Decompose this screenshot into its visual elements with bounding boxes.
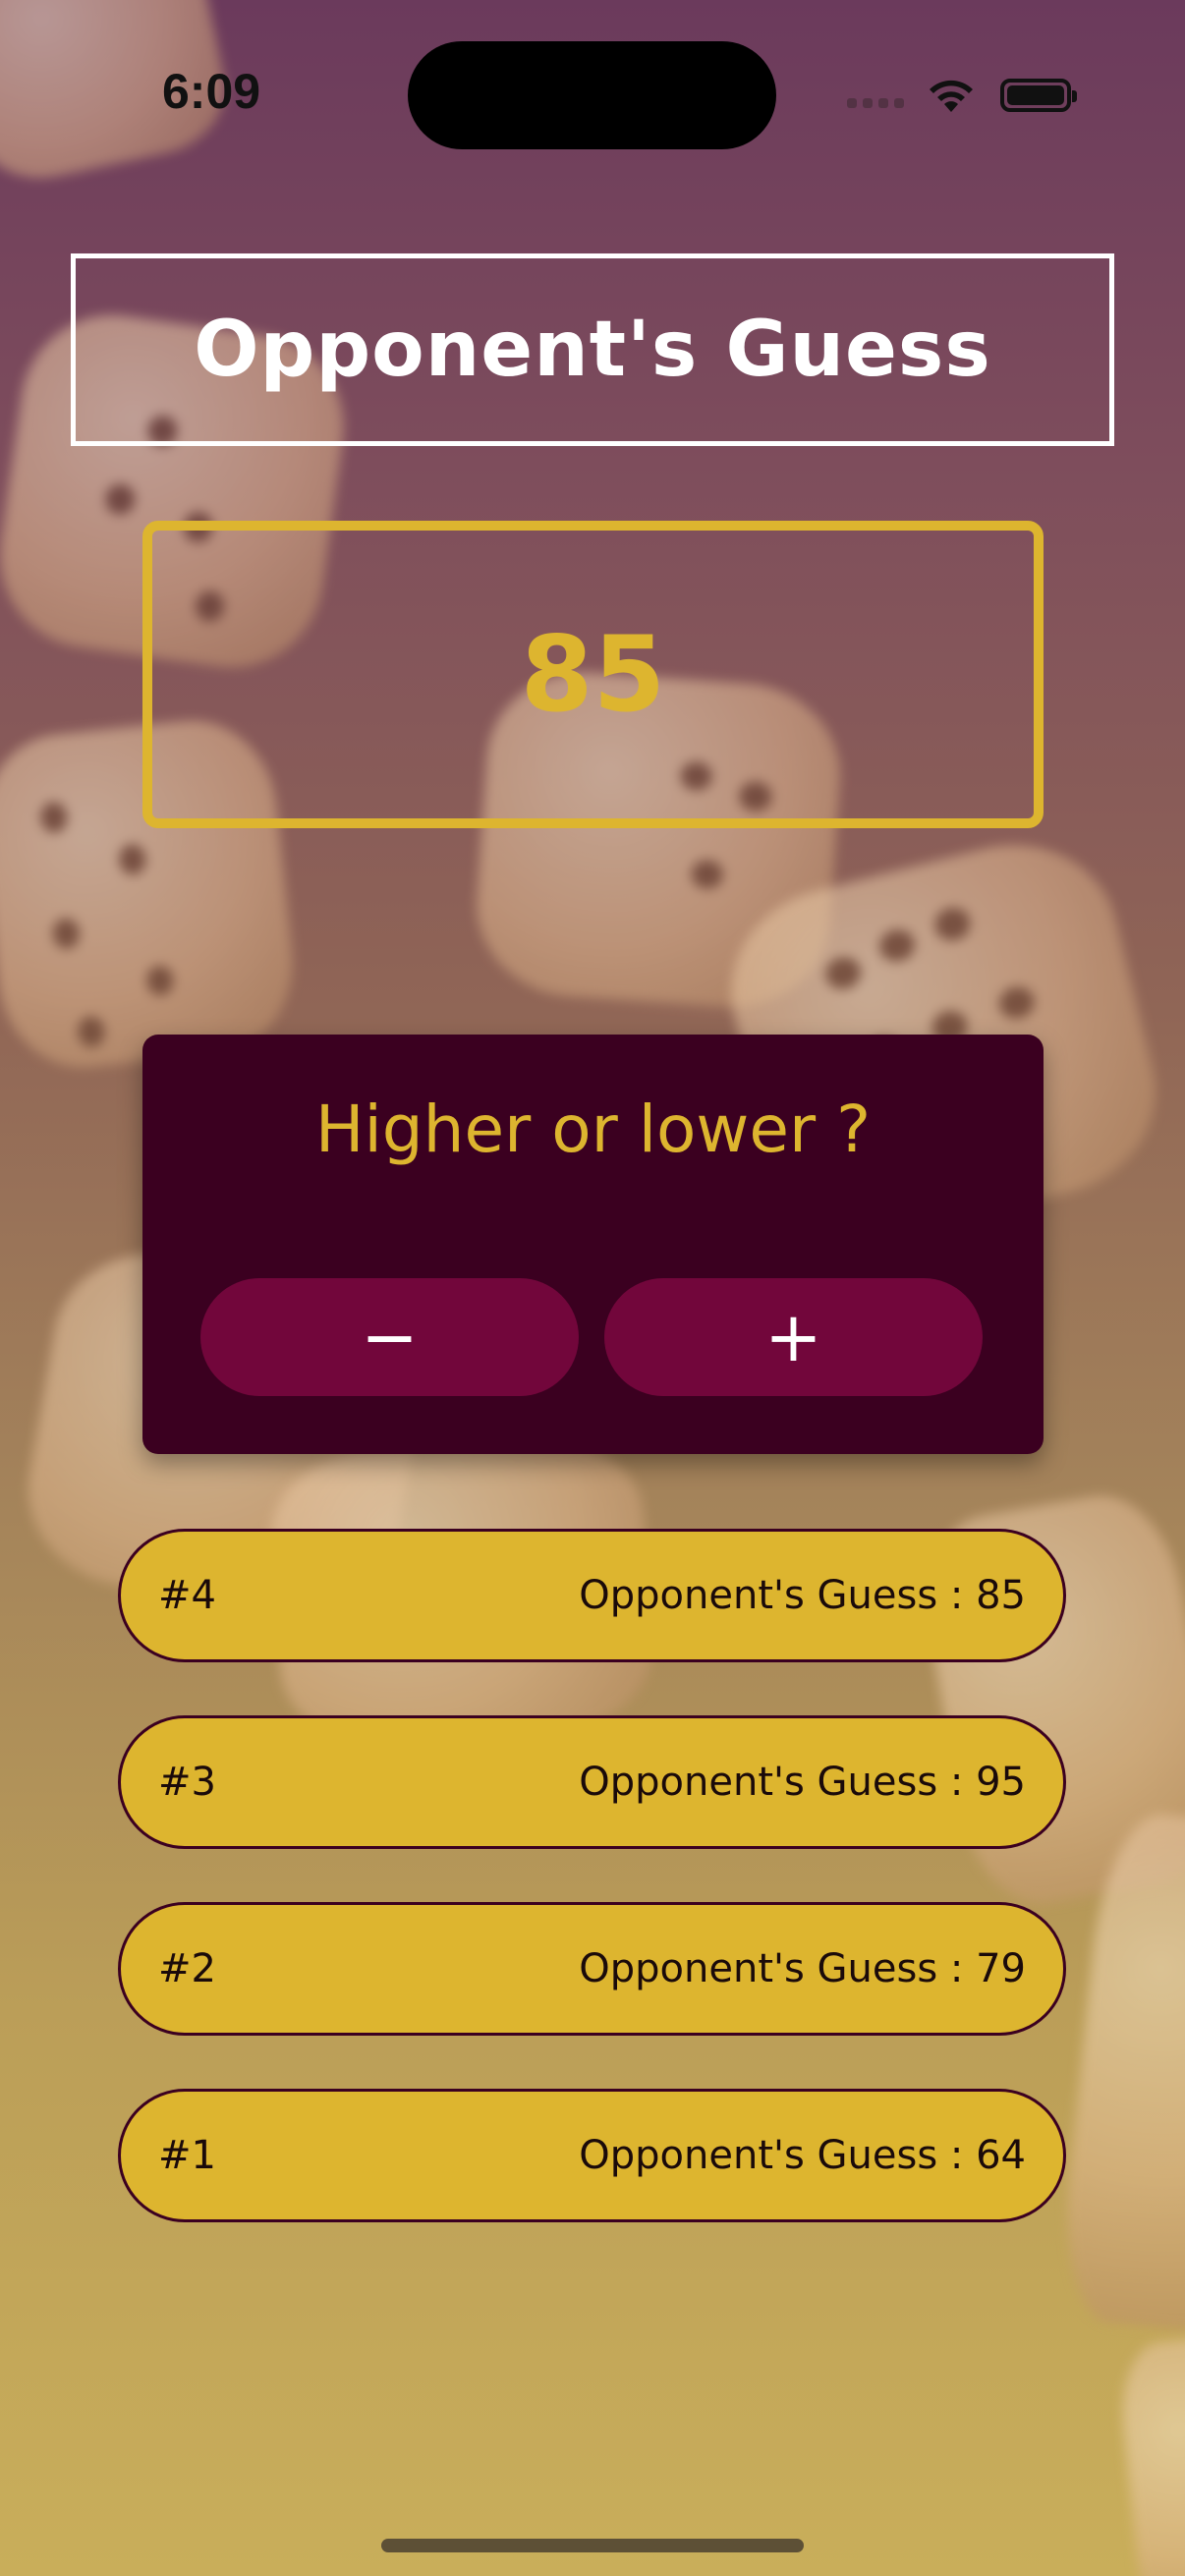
guess-log-item: #3 Opponent's Guess : 95 xyxy=(118,1715,1066,1849)
minus-icon: − xyxy=(361,1297,419,1377)
home-indicator[interactable] xyxy=(381,2539,804,2552)
battery-icon xyxy=(1000,79,1077,112)
current-guess-number: 85 xyxy=(520,614,666,735)
game-screen: 6:09 Opponent's Guess 85 Higher or lower… xyxy=(0,0,1185,2576)
guess-log-item: #1 Opponent's Guess : 64 xyxy=(118,2089,1066,2222)
guess-log-text: Opponent's Guess : 95 xyxy=(579,1760,1026,1805)
dynamic-island xyxy=(408,41,776,149)
guess-log-text: Opponent's Guess : 79 xyxy=(579,1946,1026,1991)
lower-button[interactable]: − xyxy=(200,1278,579,1396)
wifi-icon xyxy=(930,80,973,112)
background-dice xyxy=(1114,2330,1185,2576)
guess-log-round: #1 xyxy=(158,2133,216,2178)
guess-log-text: Opponent's Guess : 64 xyxy=(579,2133,1026,2178)
guess-log-text: Opponent's Guess : 85 xyxy=(579,1573,1026,1618)
title-box: Opponent's Guess xyxy=(71,253,1114,446)
guess-log-round: #4 xyxy=(158,1573,216,1618)
page-title: Opponent's Guess xyxy=(194,306,991,394)
guess-log-item: #4 Opponent's Guess : 85 xyxy=(118,1529,1066,1662)
guess-display: 85 xyxy=(142,521,1044,828)
guess-log-round: #2 xyxy=(158,1946,216,1991)
status-bar: 6:09 xyxy=(0,0,1185,187)
status-time: 6:09 xyxy=(162,64,261,119)
higher-lower-card: Higher or lower ? − + xyxy=(142,1035,1044,1454)
higher-lower-prompt: Higher or lower ? xyxy=(314,1092,872,1167)
signal-icon xyxy=(847,98,904,108)
guess-log-item: #2 Opponent's Guess : 79 xyxy=(118,1902,1066,2036)
higher-button[interactable]: + xyxy=(604,1278,983,1396)
guess-log-round: #3 xyxy=(158,1760,216,1805)
plus-icon: + xyxy=(764,1297,822,1377)
